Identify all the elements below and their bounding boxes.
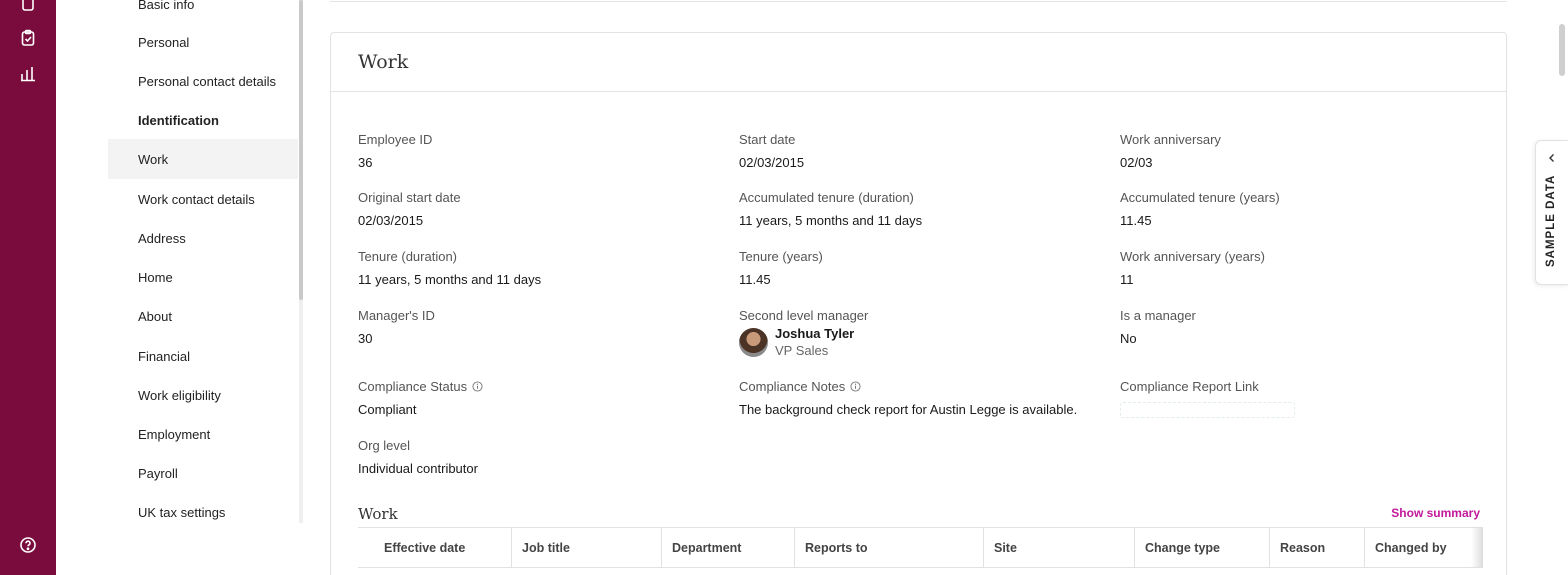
work-card-header: Work — [331, 33, 1506, 92]
nav-item-home[interactable]: Home — [108, 257, 298, 297]
column-change-type[interactable]: Change type — [1134, 528, 1269, 568]
column-site[interactable]: Site — [983, 528, 1134, 568]
field-org-level: Org level Individual contributor — [358, 438, 728, 476]
field-employee-id: Employee ID 36 — [358, 132, 728, 170]
nav-item-personal[interactable]: Personal — [108, 22, 298, 62]
field-work-anniversary-years: Work anniversary (years) 11 — [1120, 249, 1490, 287]
field-label: Accumulated tenure (years) — [1120, 190, 1280, 205]
nav-scrollbar-thumb[interactable] — [299, 0, 303, 300]
sample-data-label-wrap: SAMPLE DATA — [1545, 174, 1561, 267]
nav-item-about[interactable]: About — [108, 296, 298, 336]
info-icon[interactable] — [472, 381, 483, 392]
chevron-left-icon[interactable] — [1546, 152, 1558, 164]
manager-person[interactable]: Joshua Tyler VP Sales — [739, 326, 1109, 358]
field-start-date: Start date 02/03/2015 — [739, 132, 1109, 170]
field-label-text: Compliance Status — [358, 379, 468, 394]
clipboard-check-icon[interactable] — [18, 28, 38, 48]
field-label: Tenure (duration) — [358, 249, 457, 264]
nav-item-payroll[interactable]: Payroll — [108, 453, 298, 493]
column-job-title[interactable]: Job title — [511, 528, 661, 568]
nav-item-address[interactable]: Address — [108, 218, 298, 258]
nav-item-basic-info[interactable]: Basic info — [108, 0, 298, 24]
field-accumulated-tenure-years: Accumulated tenure (years) 11.45 — [1120, 190, 1490, 228]
field-value: 11.45 — [739, 272, 771, 287]
field-value: The background check report for Austin L… — [739, 402, 1078, 417]
field-label: Compliance Report Link — [1120, 379, 1259, 394]
document-icon[interactable] — [18, 0, 38, 14]
nav-scrollbar[interactable] — [299, 0, 303, 523]
nav-item-personal-contact-details[interactable]: Personal contact details — [108, 61, 298, 101]
help-circle-icon[interactable] — [18, 535, 38, 555]
column-reason[interactable]: Reason — [1269, 528, 1364, 568]
field-value: 11.45 — [1120, 213, 1152, 228]
work-history-table-header: Effective date Job title Department Repo… — [358, 527, 1481, 568]
field-value: Individual contributor — [358, 461, 478, 476]
nav-item-work[interactable]: Work — [108, 139, 298, 179]
field-manager-id: Manager's ID 30 — [358, 308, 728, 346]
column-reports-to[interactable]: Reports to — [794, 528, 984, 568]
bar-chart-icon[interactable] — [18, 64, 38, 84]
field-label: Compliance Status — [358, 379, 728, 394]
field-value: 11 years, 5 months and 11 days — [739, 213, 923, 228]
field-label: Second level manager — [739, 308, 869, 323]
field-compliance-status: Compliance Status Compliant — [358, 379, 728, 417]
field-compliance-report-link: Compliance Report Link — [1120, 379, 1490, 418]
field-label: Tenure (years) — [739, 249, 823, 264]
sample-data-tab[interactable]: SAMPLE DATA — [1535, 140, 1568, 285]
column-effective-date[interactable]: Effective date — [358, 528, 512, 568]
field-tenure-duration: Tenure (duration) 11 years, 5 months and… — [358, 249, 728, 287]
field-label: Manager's ID — [358, 308, 435, 323]
field-label: Compliance Notes — [739, 379, 1109, 394]
nav-item-employment[interactable]: Employment — [108, 414, 298, 454]
field-compliance-notes: Compliance Notes The background check re… — [739, 379, 1109, 417]
field-value: 30 — [358, 331, 373, 346]
field-label: Org level — [358, 438, 411, 453]
field-value: 02/03/2015 — [358, 213, 424, 228]
field-value: 11 — [1120, 272, 1134, 287]
show-summary-link[interactable]: Show summary — [1391, 506, 1480, 520]
field-label: Employee ID — [358, 132, 433, 147]
field-label: Start date — [739, 132, 796, 147]
field-work-anniversary: Work anniversary 02/03 — [1120, 132, 1490, 170]
column-department[interactable]: Department — [661, 528, 794, 568]
main-content: Work Employee ID 36 Start date 02/03/201… — [306, 0, 1568, 575]
field-is-a-manager: Is a manager No — [1120, 308, 1490, 346]
field-original-start-date: Original start date 02/03/2015 — [358, 190, 728, 228]
field-label: Is a manager — [1120, 308, 1196, 323]
field-second-level-manager: Second level manager Joshua Tyler VP Sal… — [739, 308, 1109, 358]
column-changed-by[interactable]: Changed by — [1364, 528, 1481, 568]
nav-item-identification[interactable]: Identification — [108, 100, 298, 140]
manager-role: VP Sales — [775, 343, 829, 358]
manager-name[interactable]: Joshua Tyler — [775, 326, 854, 341]
app-rail — [0, 0, 56, 575]
field-value: 36 — [358, 155, 373, 170]
nav-item-uk-tax-settings[interactable]: UK tax settings — [108, 492, 298, 532]
field-label: Work anniversary (years) — [1120, 249, 1265, 264]
sample-data-label: SAMPLE DATA — [1545, 174, 1557, 267]
avatar[interactable] — [739, 327, 768, 357]
table-scroll-shadow — [1471, 527, 1483, 568]
field-value: 02/03/2015 — [739, 155, 805, 170]
field-label: Original start date — [358, 190, 461, 205]
field-value: 11 years, 5 months and 11 days — [358, 272, 542, 287]
nav-item-work-eligibility[interactable]: Work eligibility — [108, 375, 298, 415]
field-label-text: Compliance Notes — [739, 379, 846, 394]
section-nav: Basic info Personal Personal contact det… — [56, 0, 306, 575]
nav-item-financial[interactable]: Financial — [108, 336, 298, 376]
info-icon[interactable] — [850, 381, 861, 392]
compliance-report-link[interactable] — [1120, 402, 1295, 418]
work-card-title: Work — [358, 51, 409, 73]
previous-card-edge — [330, 0, 1507, 2]
field-value: Compliant — [358, 402, 417, 417]
field-label: Accumulated tenure (duration) — [739, 190, 914, 205]
field-tenure-years: Tenure (years) 11.45 — [739, 249, 1109, 287]
field-value: No — [1120, 331, 1137, 346]
field-value: 02/03 — [1120, 155, 1153, 170]
nav-item-work-contact-details[interactable]: Work contact details — [108, 179, 298, 219]
work-card: Work Employee ID 36 Start date 02/03/201… — [330, 32, 1507, 575]
work-history-title: Work — [358, 505, 398, 523]
field-label: Work anniversary — [1120, 132, 1221, 147]
field-accumulated-tenure-duration: Accumulated tenure (duration) 11 years, … — [739, 190, 1109, 228]
page-scrollbar-thumb[interactable] — [1559, 24, 1565, 76]
